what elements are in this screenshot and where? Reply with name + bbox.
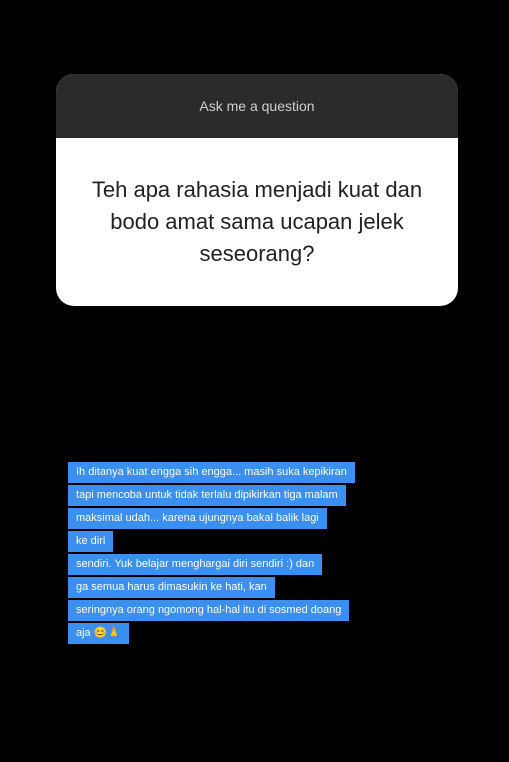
answer-line: seringnya orang ngomong hal-hal itu di s…: [68, 600, 350, 621]
answer-text-block: Ih ditanya kuat engga sih engga... masih…: [68, 462, 478, 646]
answer-line: ga semua harus dimasukin ke hati, kan: [68, 577, 275, 598]
answer-line: Ih ditanya kuat engga sih engga... masih…: [68, 462, 355, 483]
answer-line: aja 😊🙏: [68, 623, 130, 644]
answer-line: tapi mencoba untuk tidak terlalu dipikir…: [68, 485, 346, 506]
answer-line: sendiri. Yuk belajar menghargai diri sen…: [68, 554, 323, 575]
answer-line: maksimal udah... karena ujungnya bakal b…: [68, 508, 327, 529]
question-card: Ask me a question Teh apa rahasia menjad…: [56, 74, 458, 306]
answer-line: ke diri: [68, 531, 114, 552]
question-card-header: Ask me a question: [56, 74, 458, 138]
question-text: Teh apa rahasia menjadi kuat dan bodo am…: [91, 177, 423, 266]
